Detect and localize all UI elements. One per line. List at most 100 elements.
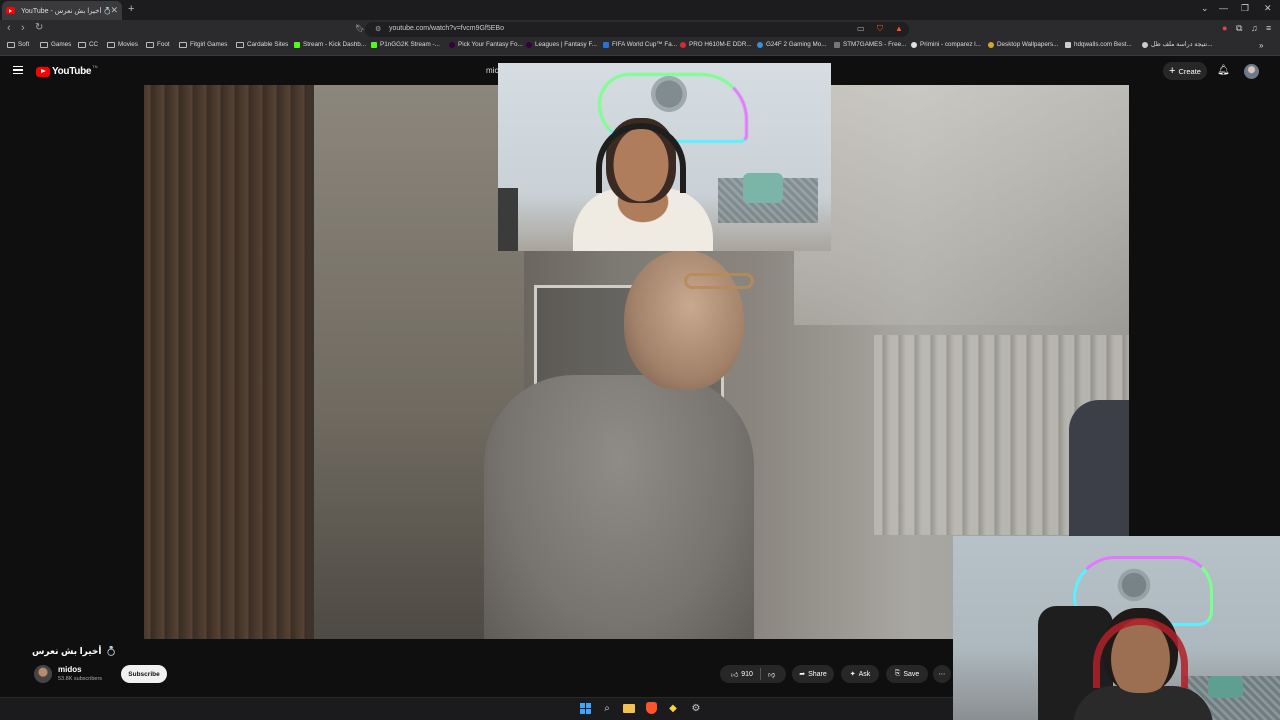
bookmark-fifa-fantasy[interactable]: FIFA World Cup™ Fa... <box>603 41 677 48</box>
youtube-wordmark: YouTube <box>52 66 92 77</box>
url-text: youtube.com/watch?v=fvcm9Gf5EBo <box>389 25 504 32</box>
settings-gear-icon[interactable]: ⚙ <box>689 701 703 715</box>
ring-emoji-icon: 💍 <box>105 646 117 656</box>
video-frame-sunlight <box>794 85 1129 325</box>
create-label: Create <box>1178 66 1201 76</box>
bookmark-page-icon[interactable]: 🔖︎ <box>355 24 365 33</box>
bookmark-asus-motherboard[interactable]: PRO H610M-E DDR... <box>680 41 752 48</box>
bookmark-exam-results[interactable]: نتيجة دراسة ملف طل... <box>1142 41 1213 48</box>
chair-shape <box>498 188 518 251</box>
duck-app-icon[interactable]: ◆ <box>666 701 680 715</box>
back-arrow-icon[interactable]: ‹ <box>7 22 11 34</box>
folder-icon <box>78 41 86 48</box>
premier-league-icon <box>526 41 532 48</box>
site-icon <box>911 41 917 48</box>
share-arrow-icon: ➦ <box>799 671 806 678</box>
ask-button[interactable]: ✦ Ask <box>841 665 879 683</box>
extensions-puzzle-icon[interactable]: ⧉ <box>1236 23 1242 34</box>
bookmark-icon: ⎘ <box>894 670 901 677</box>
brave-rewards-icon[interactable]: ▲ <box>895 24 903 33</box>
media-icon[interactable]: ♫ <box>1251 23 1258 33</box>
channel-avatar[interactable] <box>34 665 52 683</box>
create-button[interactable]: + Create <box>1163 62 1207 80</box>
brave-browser-icon[interactable] <box>644 701 658 715</box>
site-icon <box>834 41 840 48</box>
extension-icon[interactable]: ● <box>1222 23 1227 33</box>
close-window-button[interactable]: ✕ <box>1264 3 1272 14</box>
site-icon <box>988 41 994 48</box>
bookmark-hdqwalls[interactable]: hdqwalls.com Best... <box>1065 41 1132 48</box>
bookmark-folder-fitgirl[interactable]: Fitgirl Games <box>179 41 227 48</box>
webcam-overlay-top <box>498 63 831 251</box>
kick-icon <box>371 41 377 48</box>
bookmark-folder-soft[interactable]: Soft <box>7 41 29 48</box>
search-icon[interactable]: ⌕ <box>600 701 614 715</box>
gaming-logo-icon <box>648 73 690 115</box>
channel-name[interactable]: midos <box>58 665 82 674</box>
reload-icon[interactable]: ↻ <box>35 22 43 33</box>
tab-search-chevron-icon[interactable]: ⌄ <box>1201 3 1209 14</box>
video-frame-second-person <box>1069 400 1129 540</box>
bookmark-folder-cc[interactable]: CC <box>78 41 98 48</box>
new-tab-button[interactable]: + <box>128 3 134 15</box>
windows-start-icon[interactable] <box>578 701 592 715</box>
folder-icon <box>146 41 154 48</box>
like-dislike-group: 👍︎ 910 👎︎ <box>720 665 786 683</box>
youtube-play-icon <box>36 66 50 77</box>
youtube-logo[interactable]: YouTube TN <box>36 64 98 77</box>
tab-close-icon[interactable]: ✕ <box>110 5 118 16</box>
bookmark-folder-movies[interactable]: Movies <box>107 41 138 48</box>
sparkle-icon: ✦ <box>849 671 856 678</box>
dislike-button[interactable]: 👎︎ <box>768 670 775 679</box>
tab-title: YouTube - أخيرا بش نعرس 💍 <box>21 7 111 15</box>
like-button[interactable]: 👍︎ 910 <box>731 670 753 679</box>
file-explorer-icon[interactable] <box>622 701 636 715</box>
cast-icon[interactable]: ▭ <box>857 24 865 33</box>
youtube-favicon-icon <box>6 7 15 14</box>
pillow-shape <box>743 173 783 203</box>
subscribe-button[interactable]: Subscribe <box>121 665 167 683</box>
minimize-button[interactable]: — <box>1219 3 1228 13</box>
video-frame-person-head <box>624 250 744 390</box>
bookmark-gaming-monitor[interactable]: G24F 2 Gaming Mo... <box>757 41 827 48</box>
browser-tab-bar <box>0 0 1280 20</box>
folder-icon <box>107 41 115 48</box>
notifications-bell-icon[interactable]: 🔔︎ <box>1217 65 1230 76</box>
url-bar[interactable]: ⚙︎ youtube.com/watch?v=fvcm9Gf5EBo ▭ ⛉ ▲ <box>365 22 909 37</box>
maximize-button[interactable]: ❐ <box>1241 3 1249 14</box>
browser-tab[interactable]: YouTube - أخيرا بش نعرس 💍 ✕ <box>2 1 122 20</box>
site-info-icon[interactable]: ⚙︎ <box>375 25 381 33</box>
bookmark-p1ngg2k-stream[interactable]: P1nGG2K Stream -... <box>371 41 440 48</box>
bookmark-folder-cardable[interactable]: Cardable Sites <box>236 41 288 48</box>
fifa-icon <box>603 41 609 48</box>
more-bookmarks-chevron-icon[interactable]: » <box>1259 41 1263 50</box>
bookmark-primini[interactable]: Primini - comparez l... <box>911 41 981 48</box>
bookmark-kick-dashboard[interactable]: Stream - Kick Dashb... <box>294 41 366 48</box>
webcam-overlay-bottom-right <box>953 536 1280 720</box>
bookmark-fantasy-football[interactable]: Pick Your Fantasy Fo... <box>449 41 523 48</box>
kick-icon <box>294 41 300 48</box>
windows-taskbar <box>0 697 953 720</box>
more-dots-icon: ⋯ <box>938 671 946 678</box>
save-button[interactable]: ⎘ Save <box>886 665 928 683</box>
bookmark-stm7games[interactable]: STM7GAMES - Free... <box>834 41 906 48</box>
browser-menu-icon[interactable]: ≡ <box>1266 23 1271 33</box>
search-box-partial[interactable]: mic <box>486 66 498 75</box>
hamburger-menu-icon[interactable] <box>13 66 23 74</box>
forward-arrow-icon[interactable]: › <box>21 22 25 34</box>
bookmark-desktop-wallpapers[interactable]: Desktop Wallpapers... <box>988 41 1058 48</box>
more-actions-button[interactable]: ⋯ <box>933 665 951 683</box>
bookmark-fantasy-leagues[interactable]: Leagues | Fantasy F... <box>526 41 597 48</box>
bookmark-folder-foot[interactable]: Foot <box>146 41 170 48</box>
country-code: TN <box>92 64 98 69</box>
account-avatar[interactable] <box>1244 64 1259 79</box>
video-frame-wooden-door <box>144 85 309 639</box>
brave-shields-icon[interactable]: ⛉ <box>877 24 883 34</box>
share-button[interactable]: ➦ Share <box>792 665 834 683</box>
bookmark-folder-games[interactable]: Games <box>40 41 71 48</box>
folder-icon <box>7 41 15 48</box>
thumbs-down-icon: 👎︎ <box>767 671 776 679</box>
like-count: 910 <box>741 670 753 678</box>
site-icon <box>757 41 763 48</box>
folder-icon <box>40 41 48 48</box>
